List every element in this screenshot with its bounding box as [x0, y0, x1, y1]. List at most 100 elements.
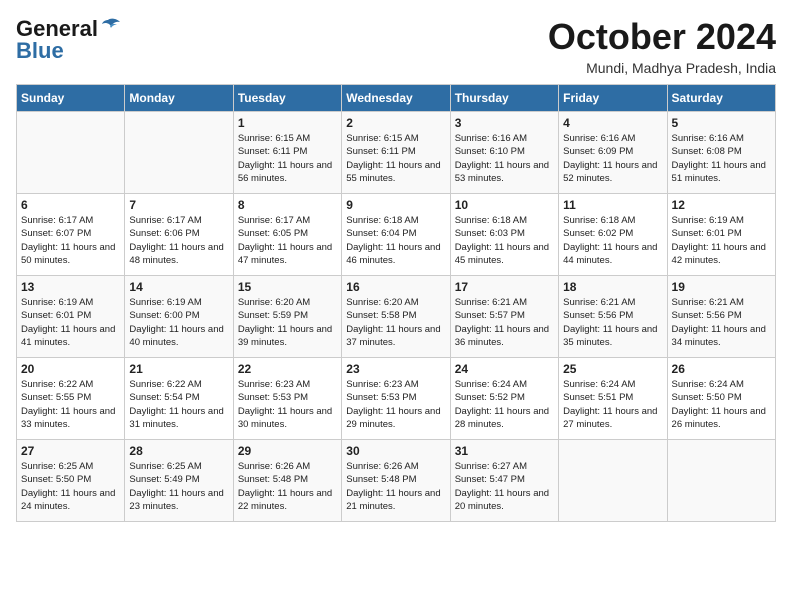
day-info: Sunrise: 6:19 AM Sunset: 6:01 PM Dayligh… [672, 214, 771, 267]
calendar-cell: 31 Sunrise: 6:27 AM Sunset: 5:47 PM Dayli… [450, 440, 558, 522]
day-number: 29 [238, 444, 337, 458]
day-number: 16 [346, 280, 445, 294]
calendar-cell: 9Sunrise: 6:18 AM Sunset: 6:04 PM Daylig… [342, 194, 450, 276]
day-info: Sunrise: 6:21 AM Sunset: 5:57 PM Dayligh… [455, 296, 554, 349]
day-info: Sunrise: 6:26 AM Sunset: 5:48 PM Dayligh… [346, 460, 445, 513]
calendar-cell: 5Sunrise: 6:16 AM Sunset: 6:08 PM Daylig… [667, 112, 775, 194]
month-title: October 2024 [548, 16, 776, 58]
title-block: October 2024 Mundi, Madhya Pradesh, Indi… [548, 16, 776, 76]
day-number: 13 [21, 280, 120, 294]
calendar-cell: 22 Sunrise: 6:23 AM Sunset: 5:53 PM Dayli… [233, 358, 341, 440]
calendar-cell: 13 Sunrise: 6:19 AM Sunset: 6:01 PM Dayli… [17, 276, 125, 358]
calendar-cell: 6Sunrise: 6:17 AM Sunset: 6:07 PM Daylig… [17, 194, 125, 276]
day-info: Sunrise: 6:16 AM Sunset: 6:08 PM Dayligh… [672, 132, 771, 185]
day-number: 20 [21, 362, 120, 376]
day-number: 8 [238, 198, 337, 212]
calendar-cell: 24Sunrise: 6:24 AM Sunset: 5:52 PM Dayli… [450, 358, 558, 440]
calendar-cell [559, 440, 667, 522]
day-info: Sunrise: 6:15 AM Sunset: 6:11 PM Dayligh… [238, 132, 337, 185]
logo-bird-icon [100, 18, 122, 36]
day-info: Sunrise: 6:25 AM Sunset: 5:49 PM Dayligh… [129, 460, 228, 513]
calendar-week-row: 20 Sunrise: 6:22 AM Sunset: 5:55 PM Dayli… [17, 358, 776, 440]
day-info: Sunrise: 6:22 AM Sunset: 5:55 PM Dayligh… [21, 378, 120, 431]
calendar-cell: 20 Sunrise: 6:22 AM Sunset: 5:55 PM Dayli… [17, 358, 125, 440]
logo: General Blue [16, 16, 122, 64]
logo-blue: Blue [16, 38, 64, 64]
calendar-cell: 18 Sunrise: 6:21 AM Sunset: 5:56 PM Dayli… [559, 276, 667, 358]
day-number: 6 [21, 198, 120, 212]
weekday-header-cell: Sunday [17, 85, 125, 112]
day-info: Sunrise: 6:25 AM Sunset: 5:50 PM Dayligh… [21, 460, 120, 513]
day-info: Sunrise: 6:19 AM Sunset: 6:00 PM Dayligh… [129, 296, 228, 349]
calendar-cell: 2 Sunrise: 6:15 AM Sunset: 6:11 PM Daylig… [342, 112, 450, 194]
day-number: 19 [672, 280, 771, 294]
day-info: Sunrise: 6:27 AM Sunset: 5:47 PM Dayligh… [455, 460, 554, 513]
calendar-cell: 11Sunrise: 6:18 AM Sunset: 6:02 PM Dayli… [559, 194, 667, 276]
day-number: 10 [455, 198, 554, 212]
calendar-cell: 19 Sunrise: 6:21 AM Sunset: 5:56 PM Dayli… [667, 276, 775, 358]
calendar-week-row: 27 Sunrise: 6:25 AM Sunset: 5:50 PM Dayli… [17, 440, 776, 522]
weekday-header-cell: Monday [125, 85, 233, 112]
day-info: Sunrise: 6:16 AM Sunset: 6:10 PM Dayligh… [455, 132, 554, 185]
weekday-header-row: SundayMondayTuesdayWednesdayThursdayFrid… [17, 85, 776, 112]
day-number: 27 [21, 444, 120, 458]
calendar-week-row: 13 Sunrise: 6:19 AM Sunset: 6:01 PM Dayli… [17, 276, 776, 358]
calendar-cell: 30Sunrise: 6:26 AM Sunset: 5:48 PM Dayli… [342, 440, 450, 522]
day-number: 17 [455, 280, 554, 294]
calendar-cell: 14 Sunrise: 6:19 AM Sunset: 6:00 PM Dayli… [125, 276, 233, 358]
day-number: 7 [129, 198, 228, 212]
day-number: 3 [455, 116, 554, 130]
day-number: 18 [563, 280, 662, 294]
day-number: 28 [129, 444, 228, 458]
day-number: 1 [238, 116, 337, 130]
day-info: Sunrise: 6:17 AM Sunset: 6:05 PM Dayligh… [238, 214, 337, 267]
calendar-cell [667, 440, 775, 522]
location: Mundi, Madhya Pradesh, India [548, 60, 776, 76]
calendar-cell: 28 Sunrise: 6:25 AM Sunset: 5:49 PM Dayli… [125, 440, 233, 522]
day-number: 9 [346, 198, 445, 212]
day-number: 25 [563, 362, 662, 376]
day-info: Sunrise: 6:18 AM Sunset: 6:02 PM Dayligh… [563, 214, 662, 267]
day-info: Sunrise: 6:19 AM Sunset: 6:01 PM Dayligh… [21, 296, 120, 349]
calendar-cell: 10 Sunrise: 6:18 AM Sunset: 6:03 PM Dayli… [450, 194, 558, 276]
day-info: Sunrise: 6:23 AM Sunset: 5:53 PM Dayligh… [346, 378, 445, 431]
weekday-header-cell: Friday [559, 85, 667, 112]
day-info: Sunrise: 6:21 AM Sunset: 5:56 PM Dayligh… [672, 296, 771, 349]
page-header: General Blue October 2024 Mundi, Madhya … [16, 16, 776, 76]
day-number: 2 [346, 116, 445, 130]
calendar-cell: 27 Sunrise: 6:25 AM Sunset: 5:50 PM Dayli… [17, 440, 125, 522]
day-info: Sunrise: 6:24 AM Sunset: 5:51 PM Dayligh… [563, 378, 662, 431]
calendar-cell: 29Sunrise: 6:26 AM Sunset: 5:48 PM Dayli… [233, 440, 341, 522]
day-info: Sunrise: 6:20 AM Sunset: 5:58 PM Dayligh… [346, 296, 445, 349]
calendar-cell: 3 Sunrise: 6:16 AM Sunset: 6:10 PM Daylig… [450, 112, 558, 194]
calendar-table: SundayMondayTuesdayWednesdayThursdayFrid… [16, 84, 776, 522]
day-number: 22 [238, 362, 337, 376]
day-number: 24 [455, 362, 554, 376]
calendar-cell [17, 112, 125, 194]
day-number: 23 [346, 362, 445, 376]
day-number: 4 [563, 116, 662, 130]
calendar-cell: 4Sunrise: 6:16 AM Sunset: 6:09 PM Daylig… [559, 112, 667, 194]
calendar-cell: 1 Sunrise: 6:15 AM Sunset: 6:11 PM Daylig… [233, 112, 341, 194]
calendar-cell: 7 Sunrise: 6:17 AM Sunset: 6:06 PM Daylig… [125, 194, 233, 276]
day-number: 21 [129, 362, 228, 376]
calendar-cell: 21Sunrise: 6:22 AM Sunset: 5:54 PM Dayli… [125, 358, 233, 440]
day-number: 15 [238, 280, 337, 294]
calendar-cell: 17 Sunrise: 6:21 AM Sunset: 5:57 PM Dayli… [450, 276, 558, 358]
weekday-header-cell: Saturday [667, 85, 775, 112]
calendar-cell: 25 Sunrise: 6:24 AM Sunset: 5:51 PM Dayli… [559, 358, 667, 440]
day-info: Sunrise: 6:15 AM Sunset: 6:11 PM Dayligh… [346, 132, 445, 185]
calendar-body: 1 Sunrise: 6:15 AM Sunset: 6:11 PM Daylig… [17, 112, 776, 522]
calendar-cell: 16 Sunrise: 6:20 AM Sunset: 5:58 PM Dayli… [342, 276, 450, 358]
calendar-cell: 26Sunrise: 6:24 AM Sunset: 5:50 PM Dayli… [667, 358, 775, 440]
day-info: Sunrise: 6:23 AM Sunset: 5:53 PM Dayligh… [238, 378, 337, 431]
calendar-cell: 8 Sunrise: 6:17 AM Sunset: 6:05 PM Daylig… [233, 194, 341, 276]
day-info: Sunrise: 6:17 AM Sunset: 6:06 PM Dayligh… [129, 214, 228, 267]
weekday-header-cell: Wednesday [342, 85, 450, 112]
calendar-week-row: 1 Sunrise: 6:15 AM Sunset: 6:11 PM Daylig… [17, 112, 776, 194]
day-number: 14 [129, 280, 228, 294]
day-info: Sunrise: 6:18 AM Sunset: 6:03 PM Dayligh… [455, 214, 554, 267]
day-info: Sunrise: 6:21 AM Sunset: 5:56 PM Dayligh… [563, 296, 662, 349]
day-number: 31 [455, 444, 554, 458]
day-number: 26 [672, 362, 771, 376]
